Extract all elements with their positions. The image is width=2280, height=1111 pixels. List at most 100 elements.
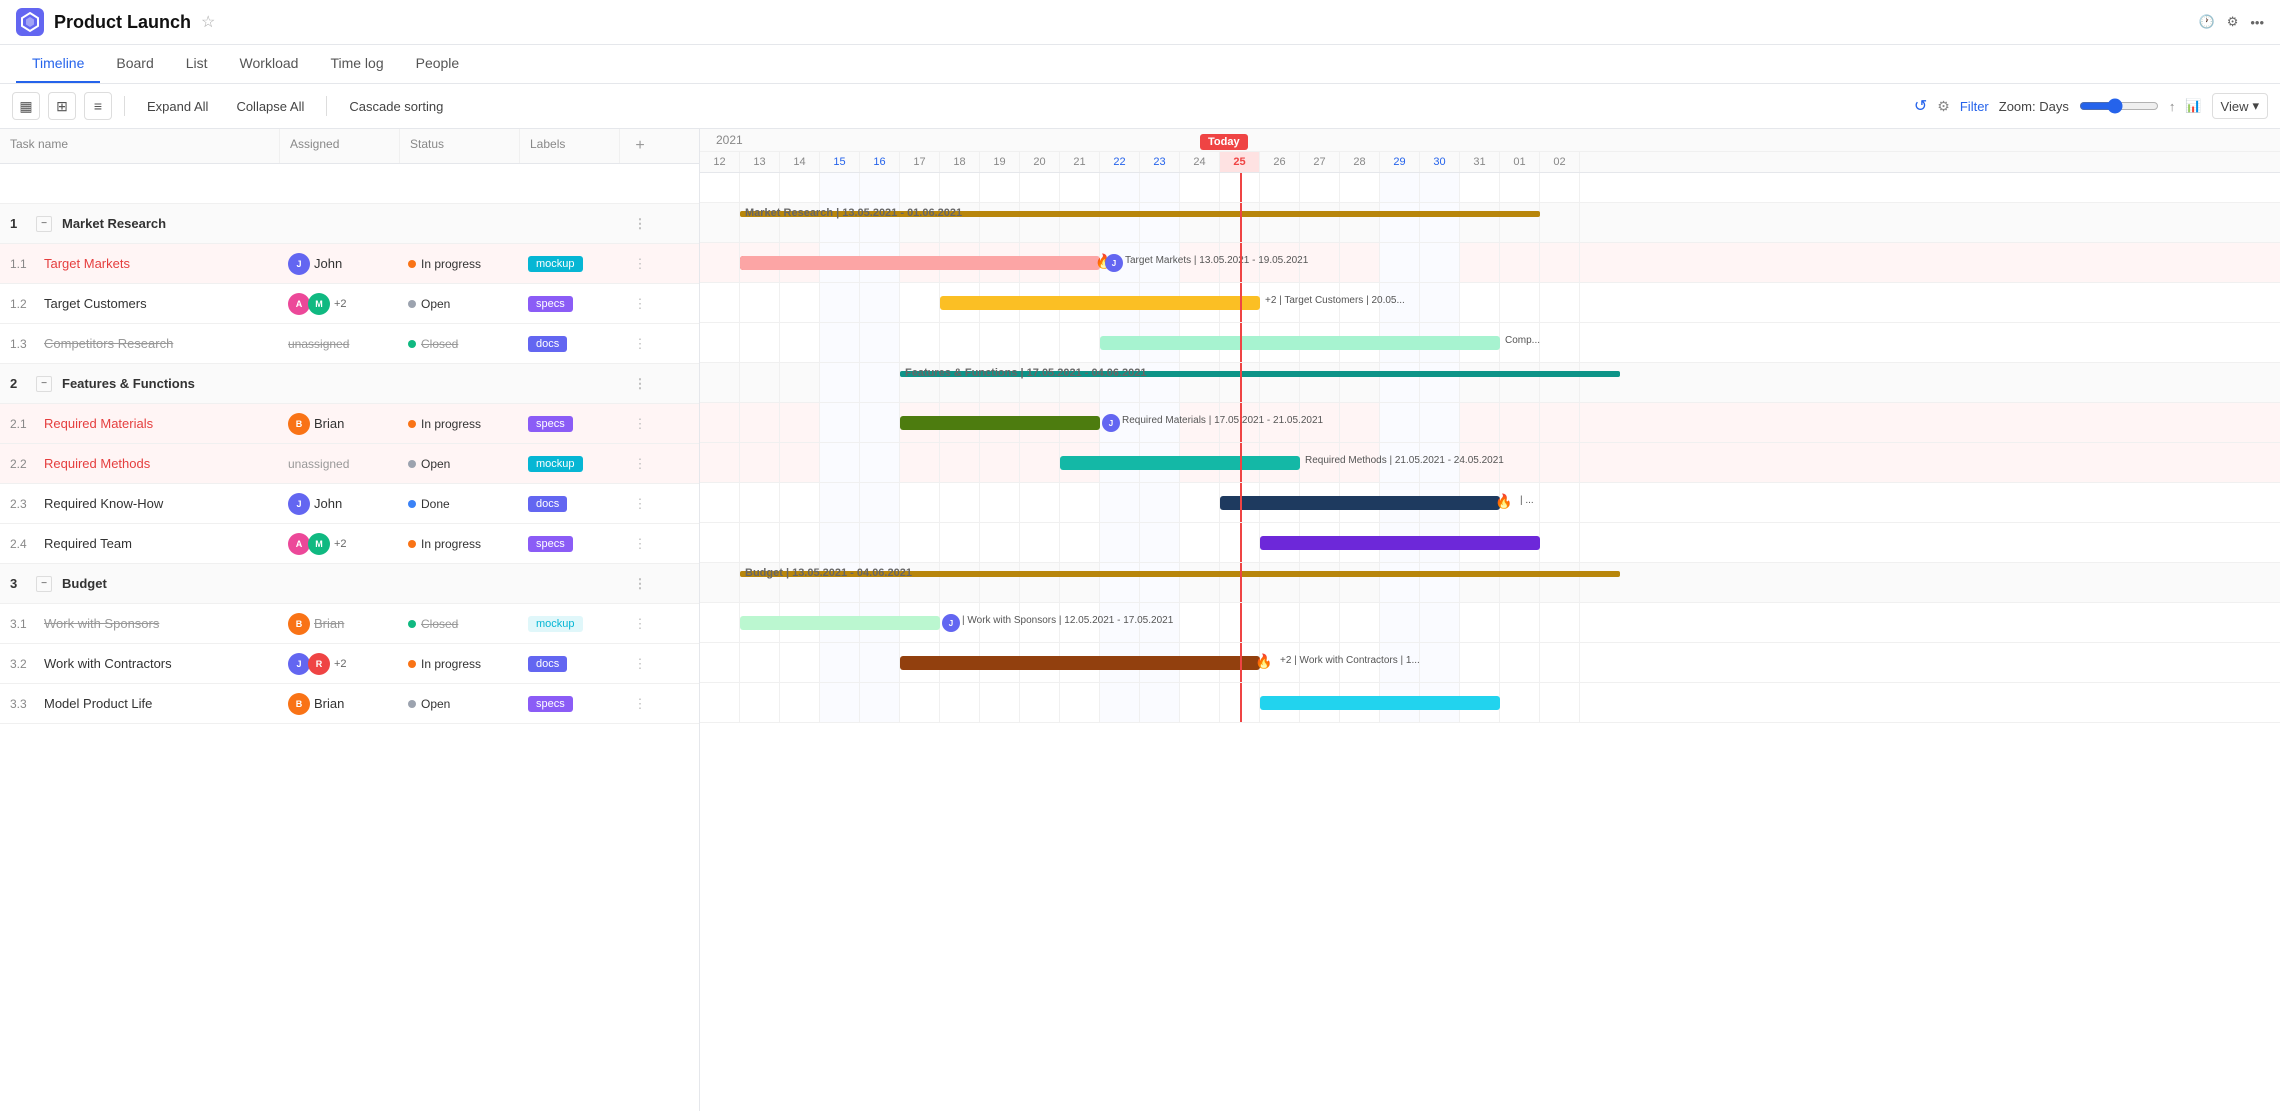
row-menu[interactable]: ⋮ <box>620 490 660 518</box>
gantt-task-bar[interactable] <box>1220 496 1500 510</box>
table-row: 1.2 Target Customers A M +2 Open specs ⋮ <box>0 284 699 324</box>
table-icon[interactable]: ⊞ <box>48 92 76 120</box>
tab-timelog[interactable]: Time log <box>314 45 399 83</box>
label-badge[interactable]: specs <box>528 696 573 712</box>
filter-btn[interactable]: Filter <box>1960 99 1989 114</box>
task-name[interactable]: Target Customers <box>44 296 147 311</box>
tab-people[interactable]: People <box>400 45 476 83</box>
toolbar-divider <box>124 96 125 116</box>
row-menu[interactable]: ⋮ <box>620 210 660 238</box>
collapse-btn[interactable]: − <box>36 376 52 392</box>
task-name[interactable]: Target Markets <box>44 256 130 271</box>
task-name[interactable]: Required Team <box>44 536 132 551</box>
gantt-task-bar[interactable] <box>1260 536 1540 550</box>
row-menu[interactable]: ⋮ <box>620 410 660 438</box>
label-badge[interactable]: docs <box>528 336 567 352</box>
more-icon[interactable]: ••• <box>2250 15 2264 30</box>
row-menu[interactable]: ⋮ <box>620 610 660 638</box>
today-line <box>1240 243 1242 282</box>
row-menu[interactable]: ⋮ <box>620 690 660 718</box>
task-name[interactable]: Required Know-How <box>44 496 163 511</box>
gantt-task-bar[interactable] <box>900 416 1100 430</box>
status-dot <box>408 620 416 628</box>
gantt-day: 27 <box>1300 152 1340 172</box>
zoom-slider[interactable] <box>2079 98 2159 114</box>
tab-timeline[interactable]: Timeline <box>16 45 100 83</box>
row-menu[interactable]: ⋮ <box>620 330 660 358</box>
row-menu[interactable]: ⋮ <box>620 650 660 678</box>
gantt-task-bar[interactable] <box>940 296 1260 310</box>
gantt-bar-label: Budget | 13.05.2021 - 04.06.2021 <box>745 567 912 579</box>
gantt-task-bar[interactable] <box>900 656 1260 670</box>
row-menu[interactable]: ⋮ <box>620 370 660 398</box>
label-badge[interactable]: specs <box>528 296 573 312</box>
gantt-task-bar[interactable] <box>740 256 1100 270</box>
expand-all-btn[interactable]: Expand All <box>137 95 218 118</box>
task-name[interactable]: Model Product Life <box>44 696 152 711</box>
refresh-icon[interactable]: ↺ <box>1914 96 1927 116</box>
view-btn[interactable]: View ▾ <box>2212 93 2268 119</box>
cascade-sorting-btn[interactable]: Cascade sorting <box>339 95 453 118</box>
task-name[interactable]: Work with Contractors <box>44 656 172 671</box>
table-header: Task name Assigned Status Labels + <box>0 129 699 164</box>
gantt-day: 24 <box>1180 152 1220 172</box>
add-column-btn[interactable]: + <box>620 129 660 163</box>
gantt-day: 18 <box>940 152 980 172</box>
export-icon[interactable]: ↑ <box>2169 99 2176 114</box>
label-badge[interactable]: mockup <box>528 256 583 272</box>
tab-board[interactable]: Board <box>100 45 169 83</box>
app-title: Product Launch <box>54 12 191 33</box>
today-line <box>1240 173 1242 202</box>
status-dot <box>408 500 416 508</box>
gantt-task-bar[interactable] <box>1260 696 1500 710</box>
gantt-day: 02 <box>1540 152 1580 172</box>
today-line <box>1240 683 1242 722</box>
gantt-task-label: +2 | Work with Contractors | 1... <box>1280 655 1420 666</box>
task-name[interactable]: Work with Sponsors <box>44 616 159 631</box>
status-cell: In progress <box>400 531 520 557</box>
label-badge[interactable]: mockup <box>528 616 583 632</box>
star-icon[interactable]: ☆ <box>201 12 215 32</box>
avatar: A <box>288 533 310 555</box>
label-badge[interactable]: mockup <box>528 456 583 472</box>
label-cell: mockup <box>520 249 620 278</box>
task-name[interactable]: Required Methods <box>44 456 150 471</box>
chart-icon[interactable]: 📊 <box>2185 98 2201 114</box>
gantt-row: 🔥 +2 | Work with Contractors | 1... <box>700 643 2280 683</box>
row-menu[interactable]: ⋮ <box>620 530 660 558</box>
gantt-task-label: | Work with Sponsors | 12.05.2021 - 17.0… <box>962 615 1173 626</box>
row-menu[interactable]: ⋮ <box>620 250 660 278</box>
gantt-row: 🔥 | ... <box>700 483 2280 523</box>
collapse-all-btn[interactable]: Collapse All <box>226 95 314 118</box>
label-badge[interactable]: specs <box>528 536 573 552</box>
row-menu[interactable]: ⋮ <box>620 290 660 318</box>
tab-list[interactable]: List <box>170 45 224 83</box>
task-name[interactable]: Required Materials <box>44 416 153 431</box>
label-badge[interactable]: docs <box>528 656 567 672</box>
today-line <box>1240 363 1242 402</box>
today-line <box>1240 483 1242 522</box>
gantt-icon[interactable]: ≡ <box>84 92 112 120</box>
gantt-task-bar[interactable] <box>740 616 940 630</box>
collapse-btn[interactable]: − <box>36 216 52 232</box>
settings-icon[interactable]: ⚙ <box>2227 14 2239 30</box>
tab-workload[interactable]: Workload <box>224 45 315 83</box>
avatar: J <box>288 253 310 275</box>
task-name[interactable]: Competitors Research <box>44 336 173 351</box>
status-dot <box>408 460 416 468</box>
label-badge[interactable]: docs <box>528 496 567 512</box>
row-menu[interactable]: ⋮ <box>620 570 660 598</box>
row-menu[interactable]: ⋮ <box>620 450 660 478</box>
filter-icon[interactable]: ⚙ <box>1937 98 1950 115</box>
status-dot <box>408 540 416 548</box>
history-icon[interactable]: 🕐 <box>2199 14 2215 30</box>
gantt-panel[interactable]: 2021 1213141516171819202122232425Today26… <box>700 129 2280 1111</box>
table-row: 2.4 Required Team A M +2 In progress spe… <box>0 524 699 564</box>
label-badge[interactable]: specs <box>528 416 573 432</box>
today-line <box>1240 563 1242 602</box>
assigned-cell: A M +2 <box>280 287 400 321</box>
grid-icon[interactable]: ▦ <box>12 92 40 120</box>
collapse-btn[interactable]: − <box>36 576 52 592</box>
gantt-task-bar[interactable] <box>1060 456 1300 470</box>
gantt-task-bar[interactable] <box>1100 336 1500 350</box>
